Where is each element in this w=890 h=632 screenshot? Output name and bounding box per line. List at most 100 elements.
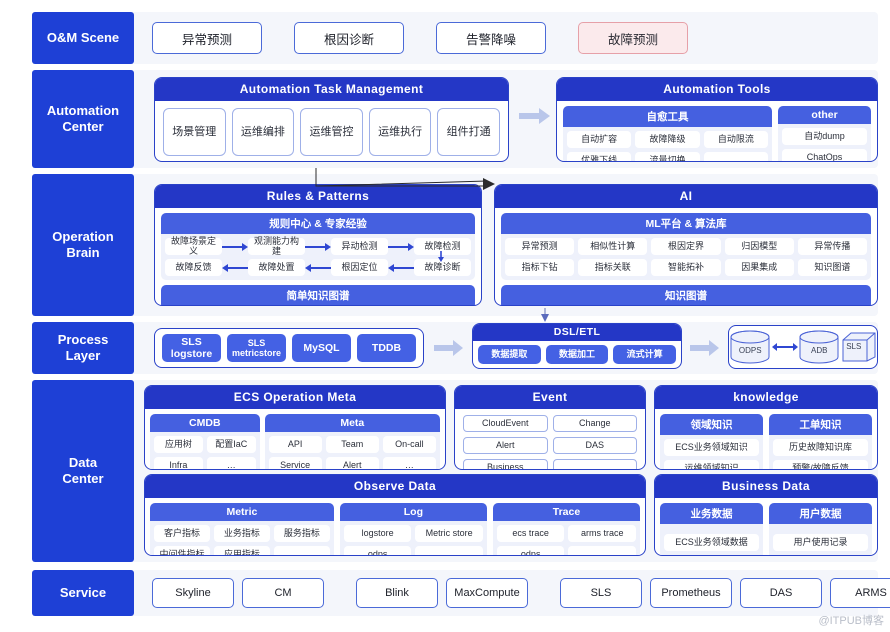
etl-chip-1[interactable]: 数据加工 [545,345,609,364]
rules-arrow-top-2-icon [388,242,414,251]
source-chip-0[interactable]: SLS logstore [162,334,221,362]
row-automation-center: Automation Center Automation Task Manage… [32,70,878,168]
tool-chip-2[interactable]: 自动限流 [703,131,769,148]
service-pill-sls[interactable]: SLS [560,578,642,608]
source-chip-3[interactable]: TDDB [357,334,416,362]
store-sls[interactable]: SLS [841,330,877,364]
scene-pill-2[interactable]: 告警降噪 [436,22,546,54]
ml-chip-r2-2[interactable]: 智能拓补 [651,259,721,276]
store-odps[interactable]: ODPS [729,330,771,364]
rules-flow-top-2[interactable]: 异动检测 [331,238,388,255]
data-center-body: ECS Operation Meta CMDB 应用树 配置IaC Infra … [134,380,878,562]
domain-knowledge-chip-0[interactable]: ECS业务领域知识 [664,439,759,456]
task-item-3[interactable]: 运维执行 [368,108,432,156]
meta-chip-1[interactable]: Team [325,436,379,453]
ml-chip-r1-3[interactable]: 归因模型 [724,238,794,255]
task-item-2[interactable]: 运维管控 [300,108,363,156]
trace-chip-1[interactable]: arms trace [568,525,636,542]
cmdb-chip-0[interactable]: 应用树 [154,436,203,453]
meta-chip-2[interactable]: On-call [382,436,436,453]
service-pill-maxcompute[interactable]: MaxCompute [446,578,528,608]
metric-chip-4[interactable]: 应用指标 [213,546,270,555]
ticket-knowledge-chip-1[interactable]: 预警/故障反馈 [773,460,868,469]
event-chip-3[interactable]: DAS [552,437,637,454]
ml-chip-r2-4[interactable]: 知识图谱 [797,259,867,276]
task-item-1[interactable]: 运维编排 [231,108,295,156]
log-chip-3[interactable]: … [415,546,483,555]
subpanel-title-cmdb: CMDB [150,414,260,432]
ml-chip-r1-2[interactable]: 根因定界 [651,238,721,255]
rules-flow-top-1[interactable]: 观测能力构建 [248,236,305,255]
tool-chip-5[interactable]: …… [703,152,769,161]
other-tool-chip-0[interactable]: 自动dump [782,128,867,145]
rules-flow-bottom-3[interactable]: 故障诊断 [414,259,471,276]
service-pill-das[interactable]: DAS [740,578,822,608]
scene-pill-1[interactable]: 根因诊断 [294,22,404,54]
event-chip-4[interactable]: Business [463,459,548,469]
ml-chip-r1-0[interactable]: 异常预测 [505,238,575,255]
rules-flow-top-0[interactable]: 故障场景定义 [165,236,222,255]
row-process-layer: Process Layer SLS logstore SLS metricsto… [32,322,878,374]
log-chip-0[interactable]: logstore [343,525,412,542]
subpanel-title-ticket-knowledge: 工单知识 [769,414,872,435]
service-pill-cm[interactable]: CM [242,578,324,608]
domain-knowledge-chip-1[interactable]: 运维领域知识 [664,460,759,469]
scene-pill-0[interactable]: 异常预测 [152,22,262,54]
ticket-knowledge-chip-0[interactable]: 历史故障知识库 [773,439,868,456]
source-chip-2[interactable]: MySQL [292,334,351,362]
other-tool-chip-1[interactable]: ChatOps [782,149,867,161]
ml-chip-r2-3[interactable]: 因果集成 [724,259,794,276]
panel-ecs-operation-meta: ECS Operation Meta CMDB 应用树 配置IaC Infra … [144,385,446,470]
tool-chip-3[interactable]: 优雅下线 [567,152,632,161]
cmdb-chip-2[interactable]: Infra [154,457,203,469]
trace-chip-2[interactable]: odps [496,546,565,555]
event-chip-0[interactable]: CloudEvent [463,415,548,432]
service-pill-prometheus[interactable]: Prometheus [650,578,732,608]
event-chip-2[interactable]: Alert [463,437,548,454]
log-chip-1[interactable]: Metric store [415,525,483,542]
trace-chip-3[interactable]: … [568,546,636,555]
ml-chip-r1-4[interactable]: 异常传播 [797,238,867,255]
trace-chip-0[interactable]: ecs trace [496,525,565,542]
ml-chip-r2-1[interactable]: 指标关联 [578,259,648,276]
user-data-chip-0[interactable]: 用户使用记录 [773,534,868,551]
automation-body: Automation Task Management 场景管理 运维编排 运维管… [134,70,878,168]
scene-pill-3-selected[interactable]: 故障预测 [578,22,688,54]
ml-chip-r1-1[interactable]: 相似性计算 [578,238,648,255]
row-label-operation-brain: Operation Brain [32,174,134,316]
event-chip-1[interactable]: Change [552,415,637,432]
meta-chip-0[interactable]: API [268,436,322,453]
metric-chip-1[interactable]: 业务指标 [213,525,270,542]
tool-chip-4[interactable]: 流量切换 [635,152,700,161]
cmdb-chip-3[interactable]: … [206,457,256,469]
meta-chip-3[interactable]: Service [268,457,322,469]
tool-chip-1[interactable]: 故障降级 [635,131,700,148]
task-item-4[interactable]: 组件打通 [437,108,500,156]
tool-chip-0[interactable]: 自动扩容 [567,131,632,148]
rules-arrow-bottom-2-icon [388,263,414,272]
metric-chip-2[interactable]: 服务指标 [273,525,330,542]
store-adb[interactable]: ADB [798,330,840,364]
metric-chip-3[interactable]: 中间件指标 [154,546,210,555]
service-pill-blink[interactable]: Blink [356,578,438,608]
task-item-0[interactable]: 场景管理 [163,108,226,156]
rules-flow-bottom-0[interactable]: 故障反馈 [165,259,222,276]
cmdb-chip-1[interactable]: 配置IaC [206,436,256,453]
meta-chip-5[interactable]: … [382,457,436,469]
metric-chip-5[interactable]: … [273,546,330,555]
ml-chip-r2-0[interactable]: 指标下钻 [505,259,575,276]
service-pill-arms[interactable]: ARMS [830,578,890,608]
meta-chip-4[interactable]: Alert [325,457,379,469]
metric-chip-0[interactable]: 客户指标 [154,525,210,542]
rules-flow-top-3[interactable]: 故障检测 [414,238,471,255]
rules-flow-bottom-1[interactable]: 故障处置 [248,259,305,276]
service-pill-skyline[interactable]: Skyline [152,578,234,608]
business-data-chip-0[interactable]: ECS业务领域数据 [664,534,759,551]
rules-flow-bottom-2[interactable]: 根因定位 [331,259,388,276]
subpanel-cmdb: CMDB 应用树 配置IaC Infra … [150,414,260,469]
etl-chip-2[interactable]: 流式计算 [613,345,677,364]
log-chip-2[interactable]: odps [343,546,412,555]
etl-chip-0[interactable]: 数据提取 [478,345,541,364]
source-chip-1[interactable]: SLS metricstore [227,334,286,362]
event-chip-5[interactable]: … [552,459,637,469]
